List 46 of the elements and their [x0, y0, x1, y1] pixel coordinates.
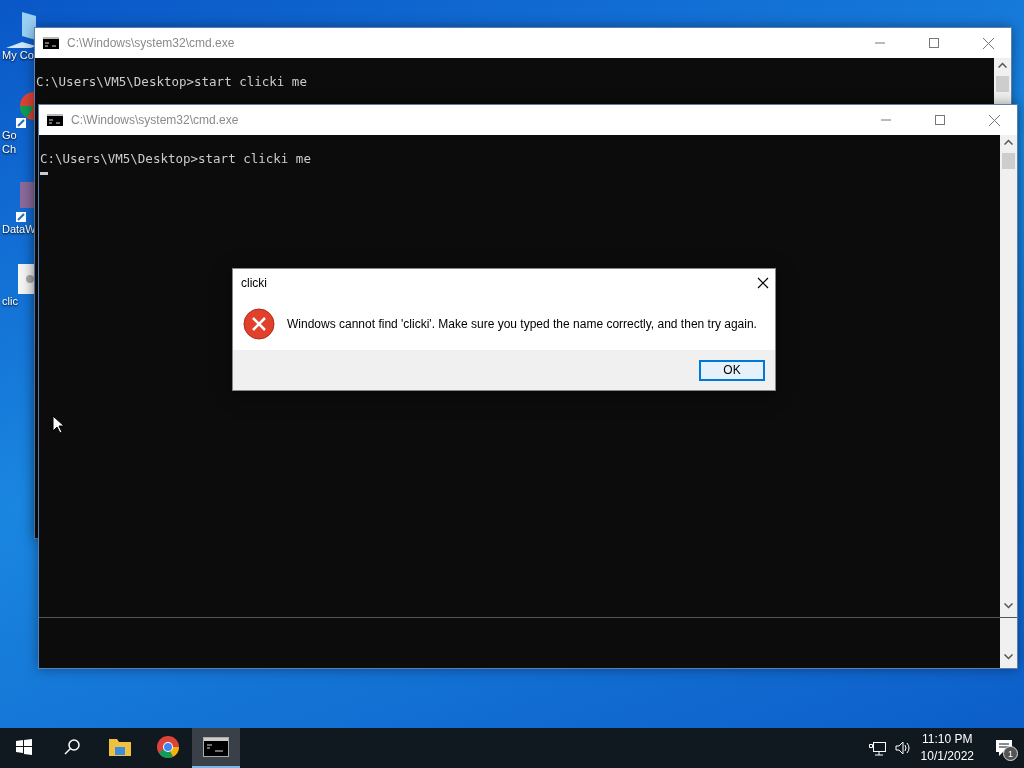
time-text: 11:10 PM [922, 731, 973, 748]
maximize-icon [935, 115, 945, 125]
terminal-icon [203, 737, 229, 757]
volume-icon[interactable] [894, 741, 911, 755]
scrollbar[interactable] [994, 58, 1011, 104]
network-icon[interactable] [868, 740, 887, 756]
icon-label: My Co [2, 48, 34, 62]
icon-label: Go [2, 128, 17, 142]
scroll-down-icon[interactable] [1004, 654, 1013, 660]
scroll-down-icon[interactable] [1004, 603, 1013, 609]
close-button[interactable] [757, 277, 769, 289]
mouse-pointer-icon [52, 415, 64, 434]
scrollbar[interactable] [1000, 135, 1017, 617]
taskbar-app[interactable] [192, 728, 240, 768]
icon-label: Ch [2, 142, 17, 156]
window-title: C:\Windows\system32\cmd.exe [67, 36, 236, 50]
maximize-icon [929, 38, 939, 48]
notification-button[interactable]: 1 [984, 728, 1024, 768]
notification-count: 1 [1003, 746, 1018, 761]
scrollbar[interactable] [1000, 618, 1017, 668]
terminal-icon [47, 114, 63, 126]
close-icon [988, 114, 1000, 126]
console-line: C:\Users\VM5\Desktop>start clicki me [40, 151, 312, 166]
clock[interactable]: 11:10 PM 10/1/2022 [910, 731, 984, 765]
error-icon [243, 307, 275, 340]
scroll-thumb[interactable] [996, 76, 1009, 92]
error-message: Windows cannot find 'clicki'. Make sure you typed the name correctly, and then try again. [287, 316, 757, 331]
window-title: C:\Windows\system32\cmd.exe [71, 113, 240, 127]
chrome-icon [156, 735, 180, 759]
date-text: 10/1/2022 [920, 748, 974, 765]
scroll-up-icon[interactable] [1004, 139, 1013, 145]
windows-icon [16, 739, 32, 755]
dialog-title: clicki [241, 276, 267, 290]
folder-icon [108, 737, 132, 757]
icon-label: clic [2, 294, 18, 308]
scroll-up-icon[interactable] [998, 62, 1007, 68]
icon-label: DataW [2, 222, 36, 236]
ok-button[interactable]: OK [699, 359, 765, 381]
search-icon [64, 739, 80, 755]
shortcut-icon [16, 182, 34, 222]
close-icon [982, 37, 994, 49]
scroll-thumb[interactable] [1002, 153, 1015, 169]
file-icon [18, 264, 34, 294]
terminal-icon [43, 37, 59, 49]
console-line: C:\Users\VM5\Desktop>start clicki me [36, 74, 308, 89]
text-cursor [40, 172, 48, 175]
